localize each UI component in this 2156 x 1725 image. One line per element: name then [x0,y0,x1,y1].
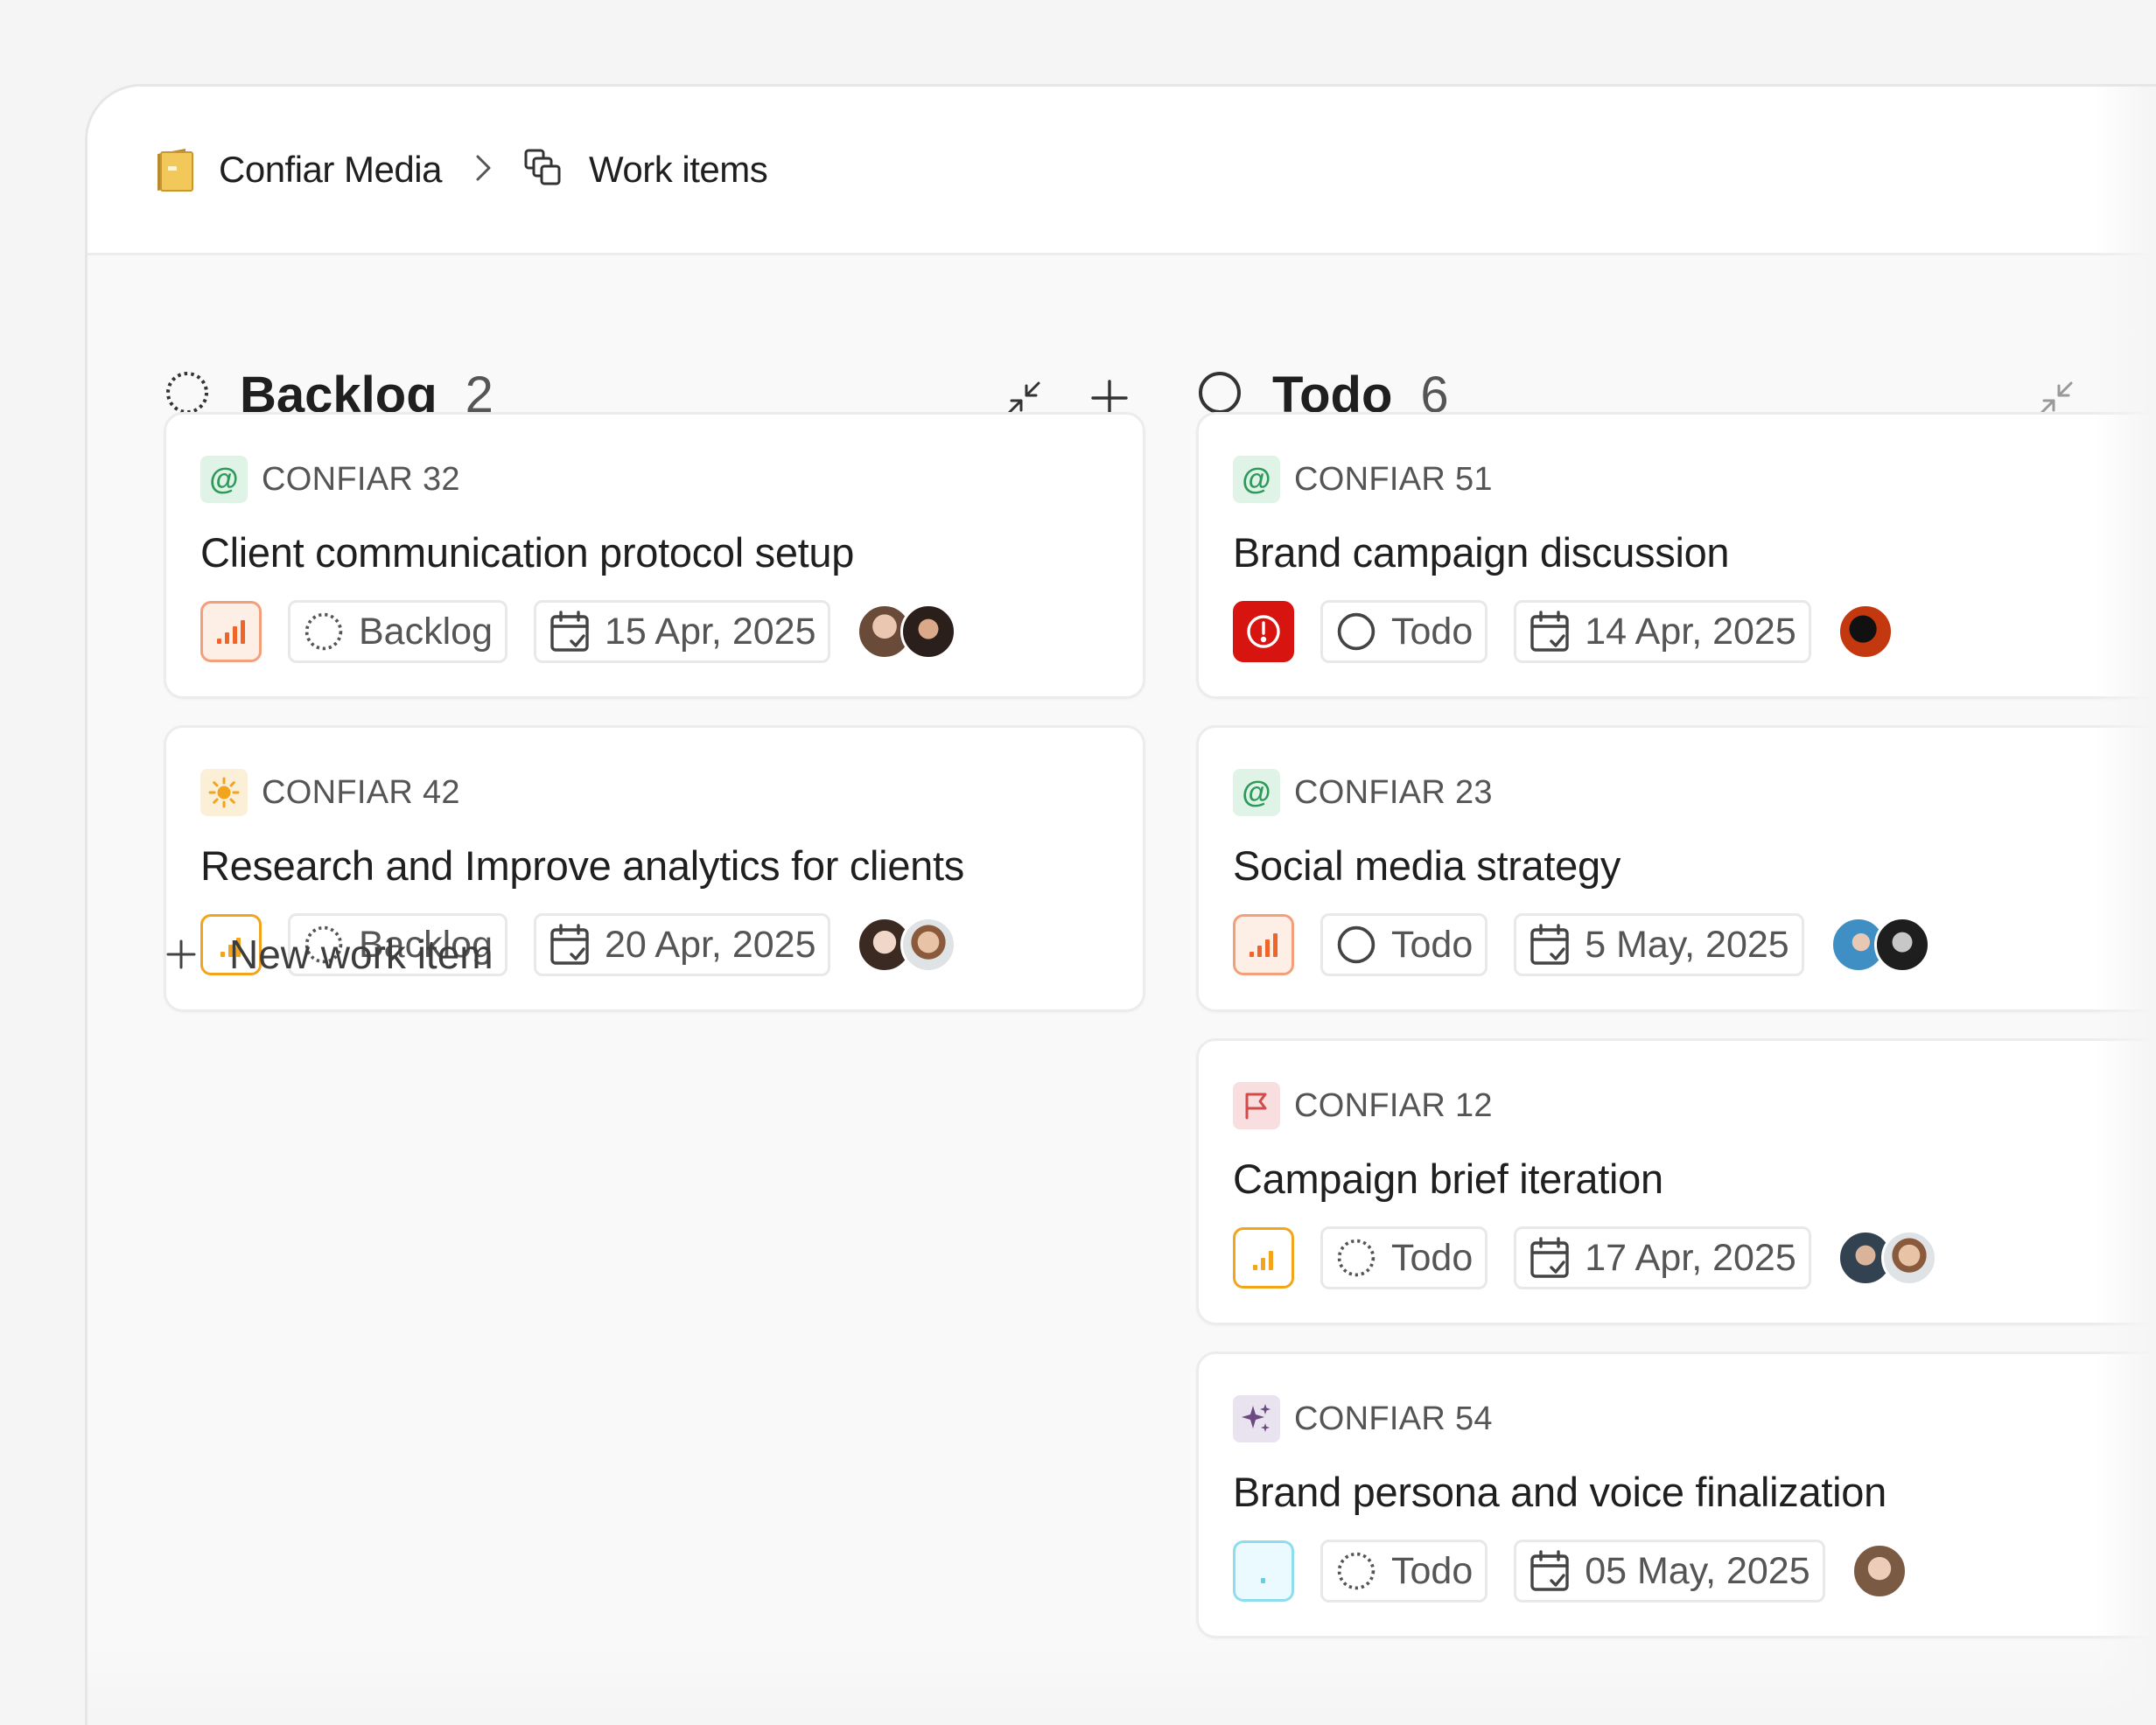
state-label: Todo [1391,1549,1474,1592]
card-properties: Todo 14 Apr, 2025 [1233,600,1894,663]
state-chip[interactable]: Todo [1320,913,1488,976]
priority-high-icon[interactable] [200,601,262,662]
plus-icon [166,939,196,969]
due-date-chip[interactable]: 17 Apr, 2025 [1514,1226,1811,1289]
at-sign-icon: @ [200,456,248,503]
avatar [1873,917,1930,973]
card-properties: Todo 05 May, 2025 [1233,1540,1908,1603]
card-title: Brand persona and voice finalization [1233,1469,1886,1515]
priority-low-icon[interactable] [1233,1540,1294,1602]
card-id-row: CONFIAR 54 [1233,1395,1493,1442]
state-label: Backlog [359,610,493,653]
due-date-chip[interactable]: 14 Apr, 2025 [1514,600,1811,663]
calendar-icon [1530,611,1569,652]
priority-medium-icon[interactable] [1233,1227,1294,1289]
at-sign-icon: @ [1233,456,1280,503]
state-chip[interactable]: Todo [1320,1540,1488,1603]
sun-icon [200,769,248,816]
app-window: Confiar Media Work items Backlog 2 Todo … [85,84,2156,1725]
card-id: CONFIAR 12 [1294,1086,1493,1124]
at-sign-icon: @ [1233,769,1280,816]
state-chip[interactable]: Backlog [288,600,508,663]
due-date-chip[interactable]: 20 Apr, 2025 [533,913,831,976]
sparkle-icon [1233,1395,1280,1442]
breadcrumb-page[interactable]: Work items [524,149,768,192]
avatar [900,917,957,973]
card-properties: Backlog 15 Apr, 2025 [200,600,957,663]
card-id-row: @ CONFIAR 51 [1233,456,1493,503]
card-title: Client communication protocol setup [200,529,855,576]
assignees[interactable] [1837,1230,1937,1286]
breadcrumb-page-label: Work items [588,149,768,190]
card-id: CONFIAR 51 [1294,460,1493,498]
due-date-label: 15 Apr, 2025 [604,610,816,653]
due-date-chip[interactable]: 15 Apr, 2025 [533,600,831,663]
avatar [1880,1230,1937,1286]
work-item-card[interactable]: @ CONFIAR 23 Social media strategy Todo … [1196,725,2156,1012]
card-id-row: CONFIAR 42 [200,769,460,816]
calendar-icon [1530,1550,1569,1591]
calendar-icon [1530,1237,1569,1278]
due-date-label: 05 May, 2025 [1585,1549,1810,1592]
assignees[interactable] [857,604,957,660]
work-item-card[interactable]: CONFIAR 12 Campaign brief iteration Todo… [1196,1038,2156,1325]
chevron-right-icon [473,152,494,188]
todo-circle-icon [1337,612,1376,651]
card-title: Research and Improve analytics for clien… [200,842,964,889]
calendar-icon [550,924,589,965]
assignees[interactable] [857,917,957,973]
card-properties: Todo 5 May, 2025 [1233,913,1930,976]
assignees[interactable] [1837,604,1894,660]
due-date-chip[interactable]: 5 May, 2025 [1514,913,1804,976]
avatar [1837,604,1894,660]
bottom-edge-fade [88,1646,2156,1725]
backlog-dashed-circle-icon [1337,1552,1376,1590]
avatar [1851,1543,1908,1599]
breadcrumb-project-label: Confiar Media [219,149,442,190]
due-date-label: 14 Apr, 2025 [1585,610,1796,653]
priority-high-icon[interactable] [1233,914,1294,975]
layers-icon [524,149,564,192]
card-properties: Todo 17 Apr, 2025 [1233,1226,1937,1289]
due-date-label: 5 May, 2025 [1585,923,1789,966]
due-date-chip[interactable]: 05 May, 2025 [1514,1540,1825,1603]
card-id: CONFIAR 54 [1294,1400,1493,1437]
calendar-icon [550,611,589,652]
avatar [900,604,957,660]
breadcrumb: Confiar Media Work items [88,87,2156,255]
work-item-card[interactable]: CONFIAR 54 Brand persona and voice final… [1196,1351,2156,1638]
card-title: Social media strategy [1233,842,1621,889]
state-chip[interactable]: Todo [1320,600,1488,663]
priority-urgent-icon[interactable] [1233,601,1294,662]
work-item-card[interactable]: @ CONFIAR 51 Brand campaign discussion T… [1196,412,2156,699]
card-id-row: CONFIAR 12 [1233,1082,1493,1129]
due-date-label: 17 Apr, 2025 [1585,1236,1796,1279]
backlog-dashed-circle-icon [304,612,343,651]
card-title: Brand campaign discussion [1233,529,1730,576]
flag-icon [1233,1082,1280,1129]
card-id: CONFIAR 42 [262,773,460,811]
state-label: Todo [1391,1236,1474,1279]
new-work-item-label: New work item [229,932,494,977]
state-label: Todo [1391,923,1474,966]
card-id-row: @ CONFIAR 23 [1233,769,1493,816]
work-item-card[interactable]: @ CONFIAR 32 Client communication protoc… [164,412,1145,699]
backlog-dashed-circle-icon [1337,1239,1376,1277]
breadcrumb-project[interactable]: Confiar Media [156,147,442,192]
folder-icon [156,147,194,192]
card-id: CONFIAR 32 [262,460,460,498]
card-title: Campaign brief iteration [1233,1156,1663,1202]
assignees[interactable] [1830,917,1930,973]
card-id: CONFIAR 23 [1294,773,1493,811]
todo-circle-icon [1337,925,1376,964]
due-date-label: 20 Apr, 2025 [604,923,816,966]
card-id-row: @ CONFIAR 32 [200,456,460,503]
assignees[interactable] [1851,1543,1908,1599]
state-chip[interactable]: Todo [1320,1226,1488,1289]
new-work-item-button[interactable]: New work item [164,931,494,978]
calendar-icon [1530,924,1569,965]
state-label: Todo [1391,610,1474,653]
